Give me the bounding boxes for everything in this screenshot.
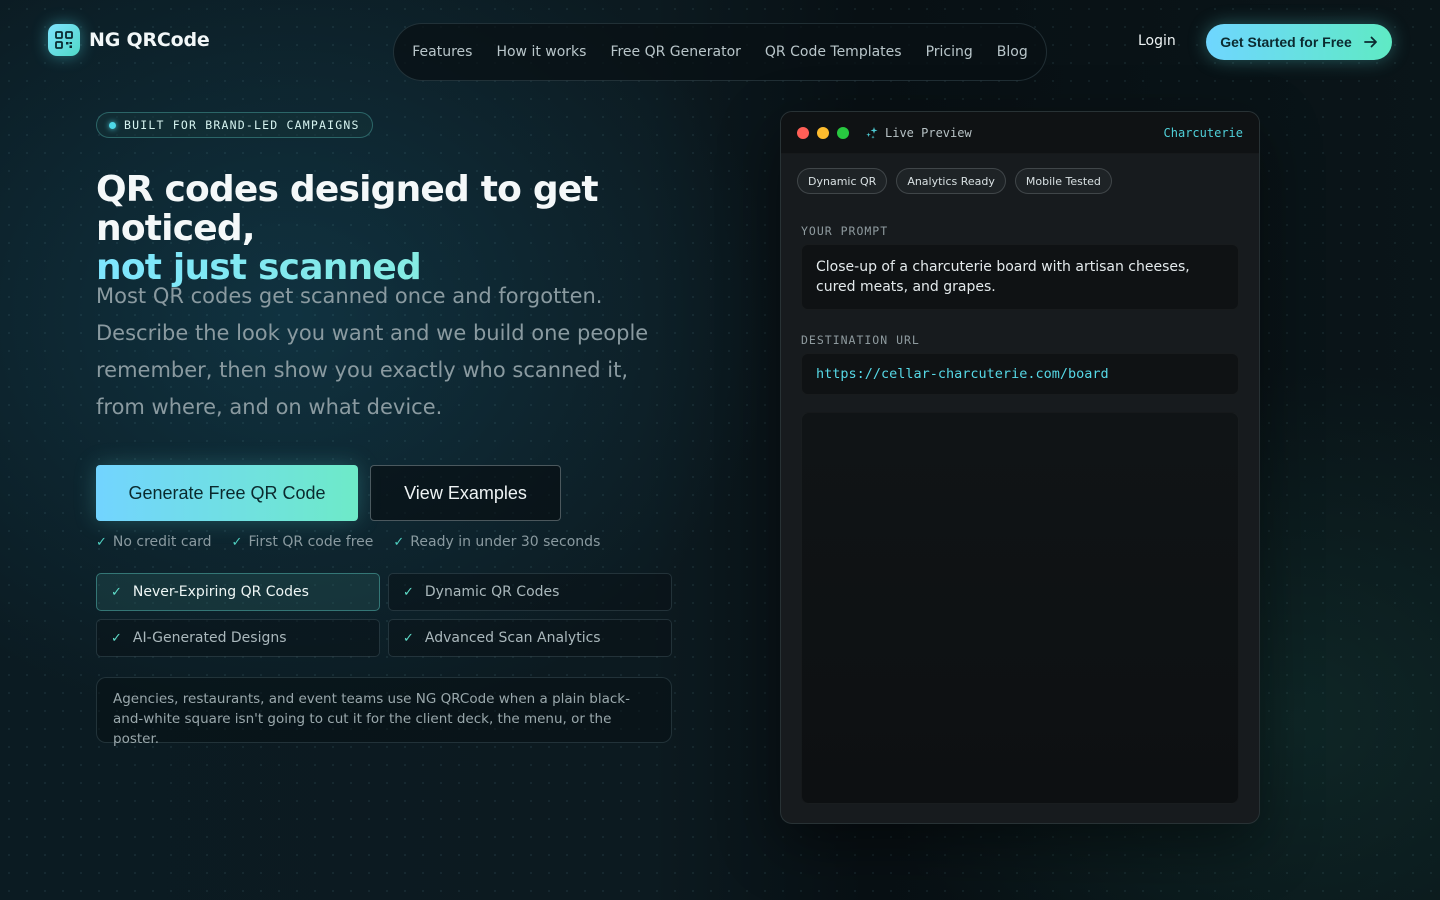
check-item: ✓ Ready in under 30 seconds xyxy=(393,534,600,550)
destination-url-label: DESTINATION URL xyxy=(801,333,920,347)
view-examples-button[interactable]: View Examples xyxy=(370,465,561,521)
preview-titlebar: Live Preview Charcuterie xyxy=(781,112,1259,154)
sparkle-icon xyxy=(866,126,878,139)
nav-item-free-qr-generator[interactable]: Free QR Generator xyxy=(610,44,740,60)
login-link[interactable]: Login xyxy=(1138,33,1176,49)
preview-title-label: Live Preview xyxy=(885,125,972,140)
preview-tag: Charcuterie xyxy=(1163,125,1243,140)
check-label: First QR code free xyxy=(248,534,374,550)
qr-code-icon xyxy=(48,24,80,56)
nav-item-qr-code-templates[interactable]: QR Code Templates xyxy=(765,44,902,60)
arrow-right-icon xyxy=(1363,36,1377,48)
nav-item-how-it-works[interactable]: How it works xyxy=(496,44,586,60)
check-item: ✓ No credit card xyxy=(96,534,212,550)
check-icon: ✓ xyxy=(111,584,122,600)
feature-ai-designs[interactable]: ✓ AI-Generated Designs xyxy=(96,619,380,657)
window-minimize-icon[interactable] xyxy=(817,126,829,139)
brand-name: NG QRCode xyxy=(89,29,210,51)
hero-title-line1: QR codes designed to get noticed, xyxy=(96,169,599,249)
audience-note: Agencies, restaurants, and event teams u… xyxy=(96,677,672,747)
nav-item-features[interactable]: Features xyxy=(412,44,472,60)
check-icon: ✓ xyxy=(393,534,405,550)
hero-lead: Most QR codes get scanned once and forgo… xyxy=(96,284,649,419)
brand-logo[interactable]: NG QRCode xyxy=(48,24,210,56)
feature-never-expiring[interactable]: ✓ Never-Expiring QR Codes xyxy=(96,573,380,611)
feature-label: Dynamic QR Codes xyxy=(424,584,560,600)
live-preview-card: Live Preview Charcuterie Dynamic QR Anal… xyxy=(780,111,1260,824)
check-icon: ✓ xyxy=(96,534,107,550)
qr-preview-canvas xyxy=(801,412,1239,804)
benefit-checks: ✓ No credit card ✓ First QR code free ✓ … xyxy=(96,534,600,550)
check-icon: ✓ xyxy=(403,584,414,600)
nav-item-pricing[interactable]: Pricing xyxy=(926,44,973,60)
prompt-label: YOUR PROMPT xyxy=(801,224,889,238)
pill-analytics-ready: Analytics Ready xyxy=(896,168,1006,194)
badge-label: BUILT FOR BRAND-LED CAMPAIGNS xyxy=(124,118,360,132)
window-close-icon[interactable] xyxy=(797,126,809,139)
nav-item-blog[interactable]: Blog xyxy=(997,44,1028,60)
generate-qr-button[interactable]: Generate Free QR Code xyxy=(96,465,358,521)
window-maximize-icon[interactable] xyxy=(837,126,849,139)
feature-label: AI-Generated Designs xyxy=(132,630,287,646)
feature-dynamic[interactable]: ✓ Dynamic QR Codes xyxy=(388,573,672,611)
feature-label: Advanced Scan Analytics xyxy=(424,630,601,646)
get-started-button[interactable]: Get Started for Free xyxy=(1206,24,1392,60)
prompt-field[interactable]: Close-up of a charcuterie board with art… xyxy=(801,244,1239,310)
get-started-label: Get Started for Free xyxy=(1220,34,1352,50)
check-label: Ready in under 30 seconds xyxy=(410,534,601,550)
preview-title: Live Preview xyxy=(865,126,972,140)
hero-title: QR codes designed to get noticed, not ju… xyxy=(96,170,736,287)
check-item: ✓ First QR code free xyxy=(232,534,374,550)
check-label: No credit card xyxy=(112,534,212,550)
check-icon: ✓ xyxy=(403,630,414,646)
feature-scan-analytics[interactable]: ✓ Advanced Scan Analytics xyxy=(388,619,672,657)
main-nav: Features How it works Free QR Generator … xyxy=(393,23,1047,81)
destination-url-field[interactable]: https://cellar-charcuterie.com/board xyxy=(801,353,1239,395)
check-icon: ✓ xyxy=(231,534,243,550)
feature-label: Never-Expiring QR Codes xyxy=(132,584,309,600)
check-icon: ✓ xyxy=(111,630,122,646)
campaign-badge: BUILT FOR BRAND-LED CAMPAIGNS xyxy=(96,112,373,138)
pill-mobile-tested: Mobile Tested xyxy=(1014,168,1112,194)
preview-pills: Dynamic QR Analytics Ready Mobile Tested xyxy=(781,154,1259,194)
pill-dynamic-qr: Dynamic QR xyxy=(797,168,888,194)
badge-dot-icon xyxy=(109,121,116,129)
